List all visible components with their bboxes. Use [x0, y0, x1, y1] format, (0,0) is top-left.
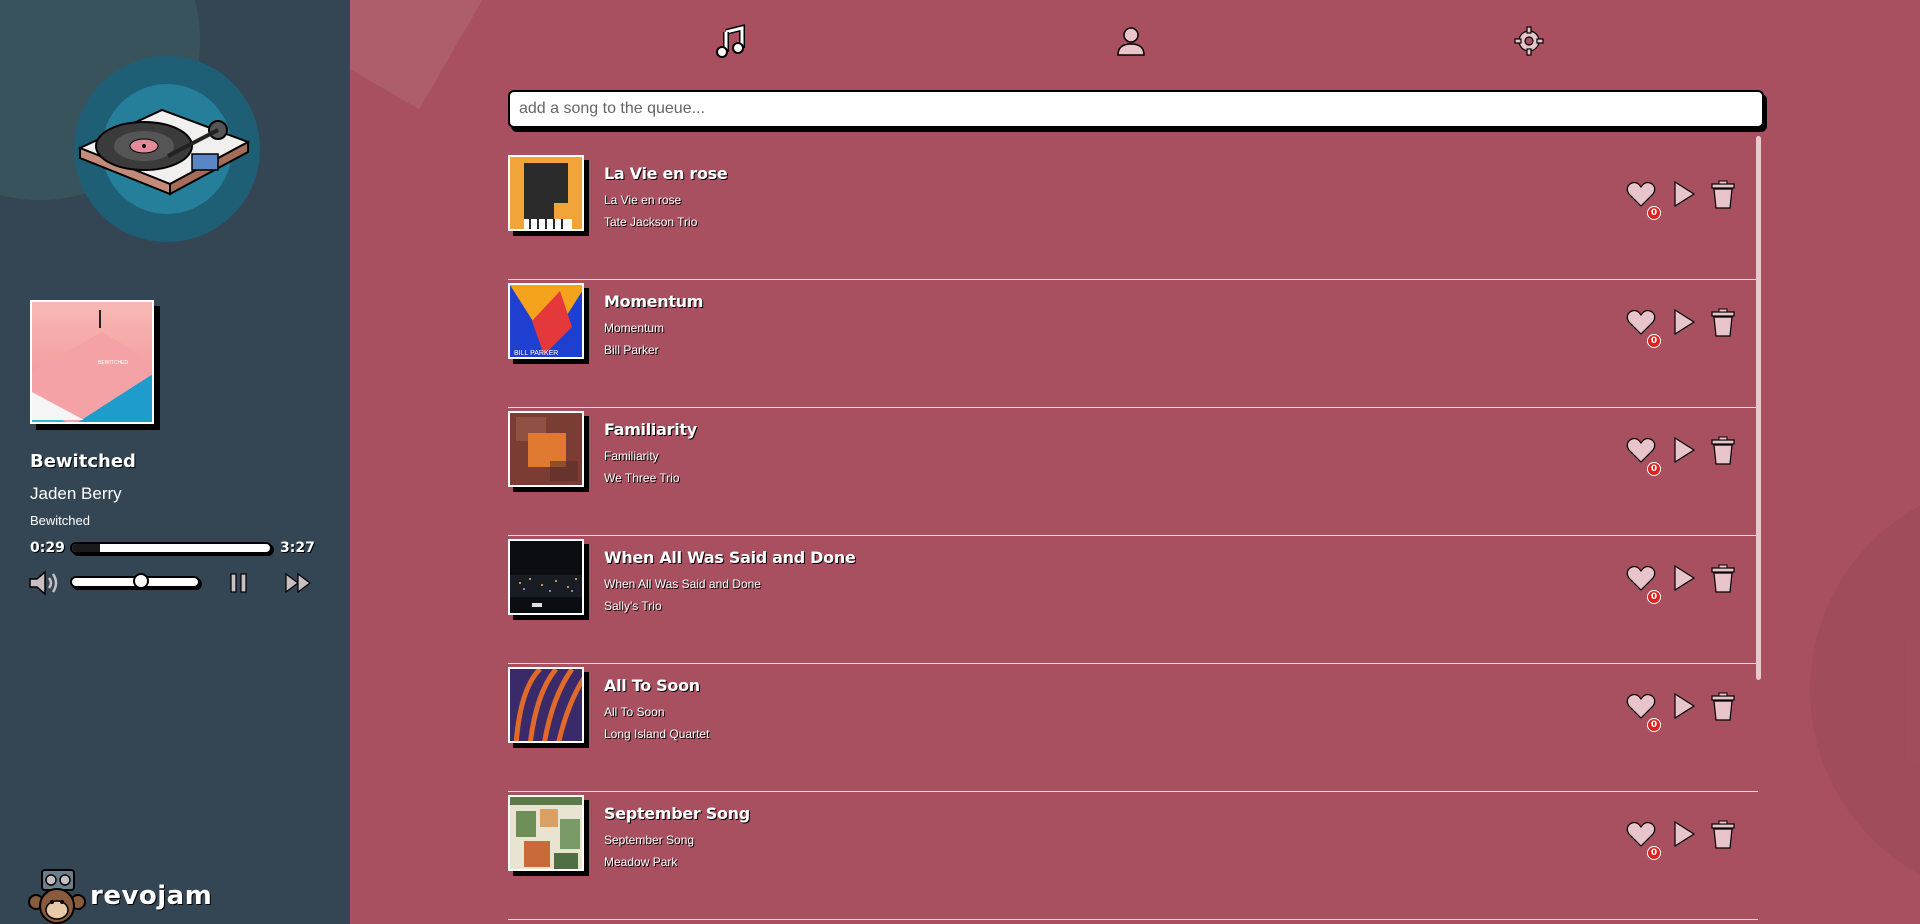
total-time: 3:27	[280, 540, 315, 556]
queue-item: September Song September Song Meadow Par…	[508, 792, 1758, 920]
play-icon[interactable]	[1672, 692, 1696, 720]
song-artist: Bill Parker	[604, 343, 659, 357]
song-album: All To Soon	[604, 705, 665, 719]
album-art	[508, 667, 584, 743]
like-count-badge: 0	[1647, 206, 1661, 220]
play-icon[interactable]	[1672, 308, 1696, 336]
heart-icon[interactable]	[1626, 564, 1656, 592]
now-playing-artist: Jaden Berry	[30, 484, 122, 503]
current-time: 0:29	[30, 540, 65, 556]
heart-icon[interactable]	[1626, 692, 1656, 720]
heart-icon[interactable]	[1626, 180, 1656, 208]
sidebar: BEWITCHED Bewitched Jaden Berry Bewitche…	[0, 0, 350, 924]
user-icon[interactable]	[1114, 24, 1148, 58]
main-panel: La Vie en rose La Vie en rose Tate Jacks…	[350, 0, 1920, 924]
play-icon[interactable]	[1672, 180, 1696, 208]
like-count-badge: 0	[1647, 718, 1661, 732]
search-input[interactable]	[508, 90, 1764, 128]
play-icon[interactable]	[1672, 436, 1696, 464]
song-artist: Long Island Quartet	[604, 727, 710, 741]
volume-knob[interactable]	[133, 573, 150, 589]
play-icon[interactable]	[1672, 564, 1696, 592]
now-playing-album: Bewitched	[30, 513, 90, 528]
brand: revojam	[28, 868, 212, 924]
song-title: All To Soon	[604, 676, 700, 695]
album-art	[508, 155, 584, 231]
now-playing-album-art: BEWITCHED	[30, 300, 154, 424]
gear-icon[interactable]	[1512, 24, 1546, 58]
monkey-logo-icon	[28, 869, 86, 924]
turntable-logo	[74, 56, 260, 242]
song-artist: Sally's Trio	[604, 599, 662, 613]
heart-icon[interactable]	[1626, 436, 1656, 464]
fast-forward-button[interactable]	[284, 572, 312, 594]
song-artist: Tate Jackson Trio	[604, 215, 698, 229]
like-count-badge: 0	[1647, 334, 1661, 348]
queue-item: La Vie en rose La Vie en rose Tate Jacks…	[508, 152, 1758, 280]
song-title: Momentum	[604, 292, 704, 311]
queue-item: When All Was Said and Done When All Was …	[508, 536, 1758, 664]
album-art	[508, 411, 584, 487]
song-album: When All Was Said and Done	[604, 577, 761, 591]
heart-icon[interactable]	[1626, 308, 1656, 336]
song-artist: Meadow Park	[604, 855, 678, 869]
song-title: When All Was Said and Done	[604, 548, 856, 567]
brand-name: revojam	[90, 881, 213, 911]
volume-slider[interactable]	[70, 573, 200, 589]
like-count-badge: 0	[1647, 462, 1661, 476]
play-icon[interactable]	[1672, 820, 1696, 848]
song-album: Familiarity	[604, 449, 659, 463]
queue-list: La Vie en rose La Vie en rose Tate Jacks…	[508, 152, 1758, 920]
trash-icon[interactable]	[1710, 180, 1736, 210]
song-artist: We Three Trio	[604, 471, 680, 485]
song-album: La Vie en rose	[604, 193, 682, 207]
album-art	[508, 795, 584, 871]
song-title: September Song	[604, 804, 750, 823]
trash-icon[interactable]	[1710, 308, 1736, 338]
heart-icon[interactable]	[1626, 820, 1656, 848]
trash-icon[interactable]	[1710, 436, 1736, 466]
song-title: Familiarity	[604, 420, 697, 439]
song-title: La Vie en rose	[604, 164, 728, 183]
trash-icon[interactable]	[1710, 820, 1736, 850]
music-note-icon[interactable]	[714, 24, 748, 58]
progress-bar[interactable]	[70, 542, 272, 554]
song-album: Momentum	[604, 321, 665, 335]
queue-item: All To Soon All To Soon Long Island Quar…	[508, 664, 1758, 792]
like-count-badge: 0	[1647, 846, 1661, 860]
trash-icon[interactable]	[1710, 692, 1736, 722]
like-count-badge: 0	[1647, 590, 1661, 604]
svg-text:BEWITCHED: BEWITCHED	[98, 360, 128, 366]
queue-item: Familiarity Familiarity We Three Trio 0	[508, 408, 1758, 536]
queue-scrollbar[interactable]	[1756, 136, 1761, 680]
album-art: BILL PARKER	[508, 283, 584, 359]
pause-button[interactable]	[228, 572, 250, 594]
background-circle	[1810, 480, 1920, 900]
turntable-icon	[77, 108, 251, 196]
song-album: September Song	[604, 833, 695, 847]
album-art	[508, 539, 584, 615]
progress-fill	[72, 544, 100, 552]
queue-item: BILL PARKER Momentum Momentum Bill Parke…	[508, 280, 1758, 408]
volume-icon[interactable]	[28, 569, 62, 597]
now-playing-title: Bewitched	[30, 451, 136, 472]
background-shape	[350, 0, 500, 110]
trash-icon[interactable]	[1710, 564, 1736, 594]
svg-text:BILL PARKER: BILL PARKER	[514, 350, 558, 357]
